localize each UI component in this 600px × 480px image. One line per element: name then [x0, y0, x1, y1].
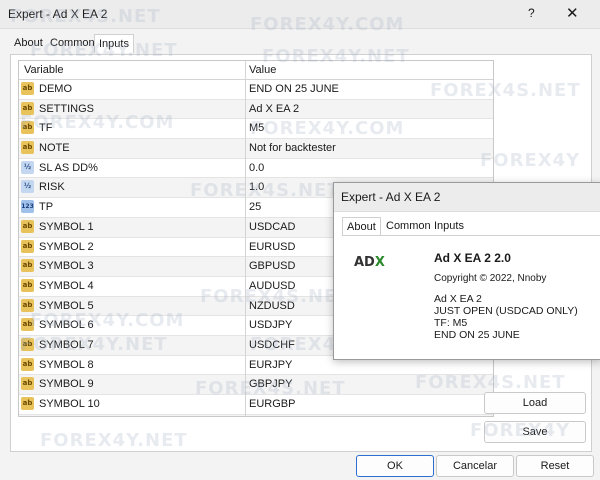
input-row[interactable]: ab SYMBOL 10 EURGBP [19, 395, 493, 415]
input-value[interactable]: 0.0 [249, 162, 264, 174]
column-divider[interactable] [245, 61, 246, 416]
description-line: END ON 25 JUNE [434, 329, 520, 341]
input-value[interactable]: Ad X EA 2 [249, 103, 299, 115]
logo-x: X [374, 255, 385, 270]
input-value[interactable]: 1.0 [249, 181, 264, 193]
string-type-icon: ab [21, 278, 34, 292]
window-title: Expert - Ad X EA 2 [8, 7, 108, 21]
help-button[interactable]: ? [528, 6, 535, 20]
string-type-icon: ab [21, 121, 34, 135]
about-dialog-tabs: About Common Inputs [342, 217, 592, 236]
input-value[interactable]: EURJPY [249, 359, 292, 371]
about-tab-inputs[interactable]: Inputs [430, 217, 468, 235]
column-header-variable[interactable]: Variable [24, 64, 64, 76]
input-value[interactable]: USDCHF [249, 339, 295, 351]
input-row[interactable]: ab TF M5 [19, 119, 493, 140]
input-variable-name: RISK [39, 181, 65, 194]
expert-name-version: Ad X EA 2 2.0 [434, 251, 511, 265]
input-value[interactable]: AUDUSD [249, 280, 295, 292]
logo-text: AD [354, 255, 375, 270]
string-type-icon: ab [21, 397, 34, 410]
string-type-icon: ab [21, 377, 34, 391]
input-variable-name: SYMBOL 3 [39, 260, 94, 273]
main-title-bar: Expert - Ad X EA 2 ? ✕ [0, 0, 600, 29]
close-button[interactable]: ✕ [566, 4, 579, 22]
string-type-icon: ab [21, 101, 34, 115]
input-value[interactable]: Not for backtester [249, 142, 336, 154]
input-value[interactable]: GBPJPY [249, 378, 292, 390]
about-dialog-title-bar: Expert - Ad X EA 2 [334, 183, 600, 212]
input-variable-name: DEMO [39, 83, 72, 95]
input-value[interactable]: EURUSD [249, 241, 295, 253]
about-tab-about[interactable]: About [342, 217, 381, 236]
tab-about[interactable]: About [10, 34, 47, 52]
string-type-icon: ab [21, 357, 34, 371]
reset-button[interactable]: Reset [516, 455, 594, 477]
input-value[interactable]: END ON 25 JUNE [249, 83, 339, 95]
input-row[interactable]: 123MAGIC NUMBER20220625 [19, 414, 493, 416]
input-row[interactable]: ab DEMO END ON 25 JUNE [19, 80, 493, 100]
input-variable-name: SYMBOL 7 [39, 338, 94, 351]
input-row[interactable]: ab NOTE Not for backtester [19, 139, 493, 159]
double-type-icon: ½ [21, 160, 34, 174]
double-type-icon: ½ [21, 180, 34, 194]
input-value[interactable]: M5 [249, 122, 264, 134]
input-variable-name: TP [39, 201, 54, 214]
input-value[interactable]: 25 [249, 201, 261, 213]
string-type-icon: ab [21, 82, 34, 95]
expert-logo: ADX [354, 255, 404, 285]
input-row[interactable]: ab SYMBOL 9 GBPJPY [19, 375, 493, 395]
copyright-text: Copyright © 2022, Nnoby [434, 273, 547, 284]
input-value[interactable]: USDCAD [249, 221, 295, 233]
input-variable-name: SYMBOL 8 [39, 358, 94, 371]
input-variable-name: SETTINGS [39, 102, 95, 115]
input-variable-name: TF [39, 122, 53, 135]
input-variable-name: SYMBOL 5 [39, 299, 94, 312]
save-button[interactable]: Save [484, 421, 586, 443]
string-type-icon: ab [21, 298, 34, 312]
input-variable-name: SYMBOL 10 [39, 398, 100, 410]
input-row[interactable]: ½ SL AS DD% 0.0 [19, 159, 493, 179]
string-type-icon: ab [21, 239, 34, 253]
description-line: Ad X EA 2 [434, 293, 482, 305]
integer-type-icon: 123 [21, 200, 34, 214]
string-type-icon: ab [21, 337, 34, 351]
grid-header: Variable Value [19, 61, 493, 80]
about-dialog-title: Expert - Ad X EA 2 [341, 190, 441, 204]
cancel-button[interactable]: Cancelar [436, 455, 514, 477]
tab-inputs[interactable]: Inputs [94, 34, 134, 53]
input-value[interactable]: EURGBP [249, 398, 295, 410]
input-variable-name: SYMBOL 4 [39, 279, 94, 292]
input-variable-name: SYMBOL 2 [39, 240, 94, 253]
string-type-icon: ab [21, 219, 34, 233]
description-line: JUST OPEN (USDCAD ONLY) [434, 305, 578, 317]
load-button[interactable]: Load [484, 392, 586, 414]
string-type-icon: ab [21, 141, 34, 155]
input-variable-name: SL AS DD% [39, 161, 98, 174]
input-variable-name: SYMBOL 6 [39, 319, 94, 332]
column-header-value[interactable]: Value [249, 64, 276, 76]
about-dialog: Expert - Ad X EA 2 About Common Inputs A… [333, 182, 600, 360]
ok-button[interactable]: OK [356, 455, 434, 477]
input-variable-name: SYMBOL 9 [39, 378, 94, 391]
input-value[interactable]: GBPUSD [249, 260, 295, 272]
string-type-icon: ab [21, 318, 34, 332]
input-variable-name: NOTE [39, 142, 70, 155]
input-row[interactable]: ab SETTINGS Ad X EA 2 [19, 99, 493, 120]
expert-description: Ad X EA 2 JUST OPEN (USDCAD ONLY) TF: M5… [434, 293, 578, 341]
string-type-icon: ab [21, 259, 34, 273]
description-line: TF: M5 [434, 317, 468, 329]
input-variable-name: SYMBOL 1 [39, 220, 94, 233]
input-value[interactable]: USDJPY [249, 319, 292, 331]
tab-common[interactable]: Common [46, 34, 99, 52]
input-value[interactable]: NZDUSD [249, 300, 295, 312]
about-tab-common[interactable]: Common [382, 217, 435, 235]
